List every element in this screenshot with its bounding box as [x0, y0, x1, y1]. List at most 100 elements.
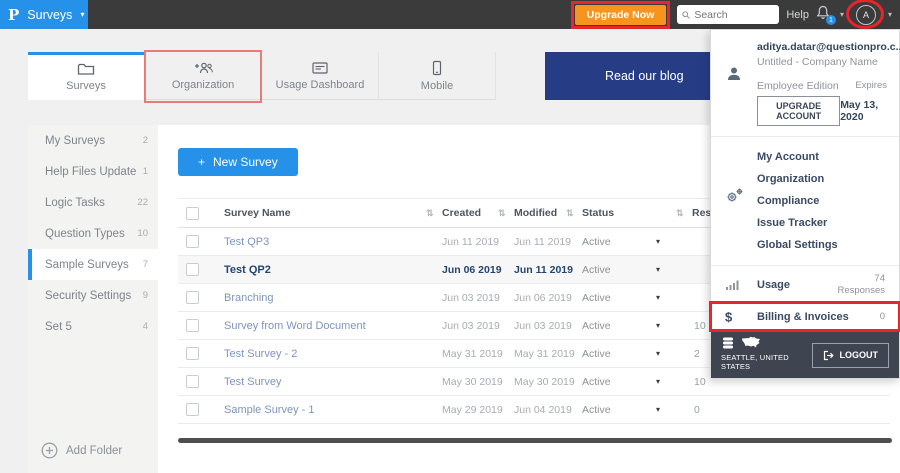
status-value: Active — [582, 235, 611, 248]
person-icon — [728, 67, 740, 80]
add-folder-label: Add Folder — [66, 444, 123, 457]
sidebar-item-question-types[interactable]: Question Types 10 — [28, 218, 158, 249]
survey-name-link[interactable]: Test QP3 — [224, 236, 442, 248]
modified-date: Jun 11 2019 — [514, 235, 572, 248]
folder-count: 4 — [142, 321, 148, 332]
folder-label: Set 5 — [45, 320, 72, 333]
tab-label: Usage Dashboard — [275, 78, 365, 91]
row-checkbox[interactable] — [186, 291, 199, 304]
sidebar-item-logic-tasks[interactable]: Logic Tasks 22 — [28, 187, 158, 218]
database-icon — [723, 337, 733, 349]
tab-surveys[interactable]: Surveys — [28, 52, 145, 100]
row-checkbox[interactable] — [186, 319, 199, 332]
created-date: May 30 2019 — [442, 375, 503, 388]
account-menu-trigger[interactable]: A — [845, 0, 884, 29]
folder-label: Help Files Update — [45, 165, 137, 178]
upgrade-now-button[interactable]: Upgrade Now — [574, 4, 667, 25]
status-value: Active — [582, 263, 611, 276]
created-date: Jun 03 2019 — [442, 291, 500, 304]
status-dropdown-caret[interactable]: ▾ — [656, 405, 692, 414]
folder-icon — [77, 63, 95, 75]
upgrade-account-button[interactable]: UPGRADE ACCOUNT — [757, 96, 841, 126]
survey-name-link[interactable]: Sample Survey - 1 — [224, 404, 442, 416]
logout-label: LOGOUT — [839, 350, 879, 361]
select-all-checkbox[interactable] — [186, 206, 199, 220]
expires-label: Expires — [855, 80, 887, 91]
survey-name-link[interactable]: Test QP2 — [224, 264, 442, 276]
chevron-down-icon[interactable]: ▾ — [840, 10, 844, 19]
status-dropdown-caret[interactable]: ▾ — [656, 237, 692, 246]
table-row: Sample Survey - 1 May 29 2019 Jun 04 201… — [178, 396, 890, 424]
survey-name-link[interactable]: Branching — [224, 292, 442, 304]
folder-label: Sample Surveys — [45, 258, 129, 271]
menu-item-issue-tracker[interactable]: Issue Tracker — [711, 212, 899, 234]
search-icon — [682, 10, 691, 19]
menu-item-global-settings[interactable]: Global Settings — [711, 234, 899, 256]
status-dropdown-caret[interactable]: ▾ — [656, 377, 692, 386]
avatar[interactable]: A — [855, 4, 876, 25]
top-bar: P Surveys ▾ Upgrade Now Help 1 ▾ A — [0, 0, 900, 29]
column-header-survey-name[interactable]: Survey Name — [224, 207, 442, 219]
search-input[interactable] — [694, 8, 775, 21]
status-dropdown-caret[interactable]: ▾ — [656, 265, 692, 274]
sort-icon[interactable]: ⇅ — [676, 208, 684, 219]
tab-organization[interactable]: Organization — [144, 50, 262, 103]
sidebar-item-sample-surveys[interactable]: Sample Surveys 7 — [28, 249, 158, 280]
add-folder-button[interactable]: Add Folder — [41, 442, 122, 459]
module-tabs: Surveys Organization Usage Dashboard Mob… — [28, 50, 496, 103]
status-value: Active — [582, 319, 611, 332]
sidebar-item-set-5[interactable]: Set 5 4 — [28, 311, 158, 342]
topbar-actions: Upgrade Now Help 1 ▾ A ▾ — [570, 0, 900, 29]
survey-name-link[interactable]: Survey from Word Document — [224, 320, 442, 332]
dashboard-icon — [312, 61, 328, 74]
status-dropdown-caret[interactable]: ▾ — [656, 349, 692, 358]
survey-name-link[interactable]: Test Survey - 2 — [224, 348, 442, 360]
tab-label: Mobile — [420, 79, 454, 92]
sort-icon[interactable]: ⇅ — [426, 208, 434, 219]
tab-usage-dashboard[interactable]: Usage Dashboard — [262, 52, 379, 100]
sidebar-item-security-settings[interactable]: Security Settings 9 — [28, 280, 158, 311]
usa-map-icon — [742, 337, 760, 348]
product-switcher[interactable]: P Surveys ▾ — [0, 0, 88, 29]
created-date: Jun 06 2019 — [442, 263, 502, 276]
account-menu-list: My Account Organization Compliance Issue… — [711, 137, 899, 265]
status-dropdown-caret[interactable]: ▾ — [656, 293, 692, 302]
created-date: Jun 11 2019 — [442, 235, 500, 248]
usage-row[interactable]: Usage 74 Responses — [711, 266, 899, 304]
account-email: aditya.datar@questionpro.c... — [757, 41, 900, 53]
tab-label: Organization — [171, 78, 235, 91]
usage-value: 74 Responses — [837, 273, 885, 296]
billing-label: Billing & Invoices — [757, 310, 849, 323]
new-survey-button[interactable]: + New Survey — [178, 148, 298, 176]
column-header-status[interactable]: ⇅ Status — [566, 207, 656, 219]
menu-item-my-account[interactable]: My Account — [711, 146, 899, 168]
search-box[interactable] — [677, 5, 780, 24]
status-dropdown-caret[interactable]: ▾ — [656, 321, 692, 330]
row-checkbox[interactable] — [186, 375, 199, 388]
account-summary: aditya.datar@questionpro.c... Untitled -… — [711, 30, 900, 136]
row-checkbox[interactable] — [186, 403, 199, 416]
billing-invoices-row[interactable]: $ Billing & Invoices 0 — [709, 300, 900, 332]
sidebar-item-help-files-update[interactable]: Help Files Update 1 — [28, 156, 158, 187]
plus-circle-icon — [41, 442, 58, 459]
row-checkbox[interactable] — [186, 263, 199, 276]
folder-label: Logic Tasks — [45, 196, 105, 209]
plus-icon: + — [198, 155, 206, 169]
help-link[interactable]: Help — [786, 9, 809, 21]
tab-mobile[interactable]: Mobile — [379, 52, 496, 100]
sort-icon[interactable]: ⇅ — [498, 208, 506, 219]
chevron-down-icon: ▾ — [80, 9, 85, 19]
row-checkbox[interactable] — [186, 347, 199, 360]
location-label: SEATTLE, UNITED STATES — [721, 352, 789, 371]
row-checkbox[interactable] — [186, 235, 199, 248]
logout-button[interactable]: LOGOUT — [811, 342, 889, 368]
sort-icon[interactable]: ⇅ — [566, 208, 574, 219]
survey-name-link[interactable]: Test Survey — [224, 376, 442, 388]
horizontal-scrollbar[interactable] — [178, 438, 892, 443]
gears-icon — [727, 188, 743, 202]
notifications-button[interactable]: 1 — [816, 5, 836, 25]
sidebar-item-my-surveys[interactable]: My Surveys 2 — [28, 125, 158, 156]
chevron-down-icon[interactable]: ▾ — [888, 10, 892, 19]
account-edition: Employee Edition — [757, 80, 839, 92]
folder-count: 1 — [142, 166, 148, 177]
